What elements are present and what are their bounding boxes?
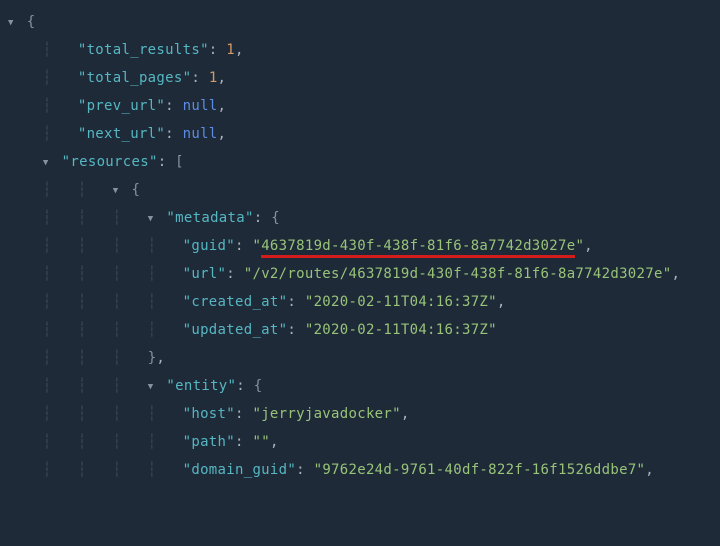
highlighted-guid: 4637819d-430f-438f-81f6-8a7742d3027e	[261, 238, 575, 258]
collapse-icon[interactable]: ▼	[8, 17, 18, 31]
kv-next-url: ┆ "next_url": null,	[8, 124, 712, 152]
resource-0-open: ┆ ┆ ▼ {	[8, 180, 712, 208]
kv-entity: ┆ ┆ ┆ ▼ "entity": {	[8, 376, 712, 404]
kv-updated-at: ┆ ┆ ┆ ┆ "updated_at": "2020-02-11T04:16:…	[8, 320, 712, 348]
root-open: ▼ {	[8, 12, 712, 40]
collapse-icon[interactable]: ▼	[113, 185, 123, 199]
kv-domain-guid: ┆ ┆ ┆ ┆ "domain_guid": "9762e24d-9761-40…	[8, 460, 712, 488]
json-viewer: ▼ { ┆ "total_results": 1, ┆ "total_pages…	[8, 12, 712, 488]
kv-metadata: ┆ ┆ ┆ ▼ "metadata": {	[8, 208, 712, 236]
collapse-icon[interactable]: ▼	[43, 157, 53, 171]
kv-total-pages: ┆ "total_pages": 1,	[8, 68, 712, 96]
kv-created-at: ┆ ┆ ┆ ┆ "created_at": "2020-02-11T04:16:…	[8, 292, 712, 320]
kv-prev-url: ┆ "prev_url": null,	[8, 96, 712, 124]
kv-url: ┆ ┆ ┆ ┆ "url": "/v2/routes/4637819d-430f…	[8, 264, 712, 292]
kv-resources: ▼ "resources": [	[8, 152, 712, 180]
kv-guid: ┆ ┆ ┆ ┆ "guid": "4637819d-430f-438f-81f6…	[8, 236, 712, 264]
kv-host: ┆ ┆ ┆ ┆ "host": "jerryjavadocker",	[8, 404, 712, 432]
collapse-icon[interactable]: ▼	[148, 381, 158, 395]
collapse-icon[interactable]: ▼	[148, 213, 158, 227]
metadata-close: ┆ ┆ ┆ },	[8, 348, 712, 376]
kv-path: ┆ ┆ ┆ ┆ "path": "",	[8, 432, 712, 460]
kv-total-results: ┆ "total_results": 1,	[8, 40, 712, 68]
